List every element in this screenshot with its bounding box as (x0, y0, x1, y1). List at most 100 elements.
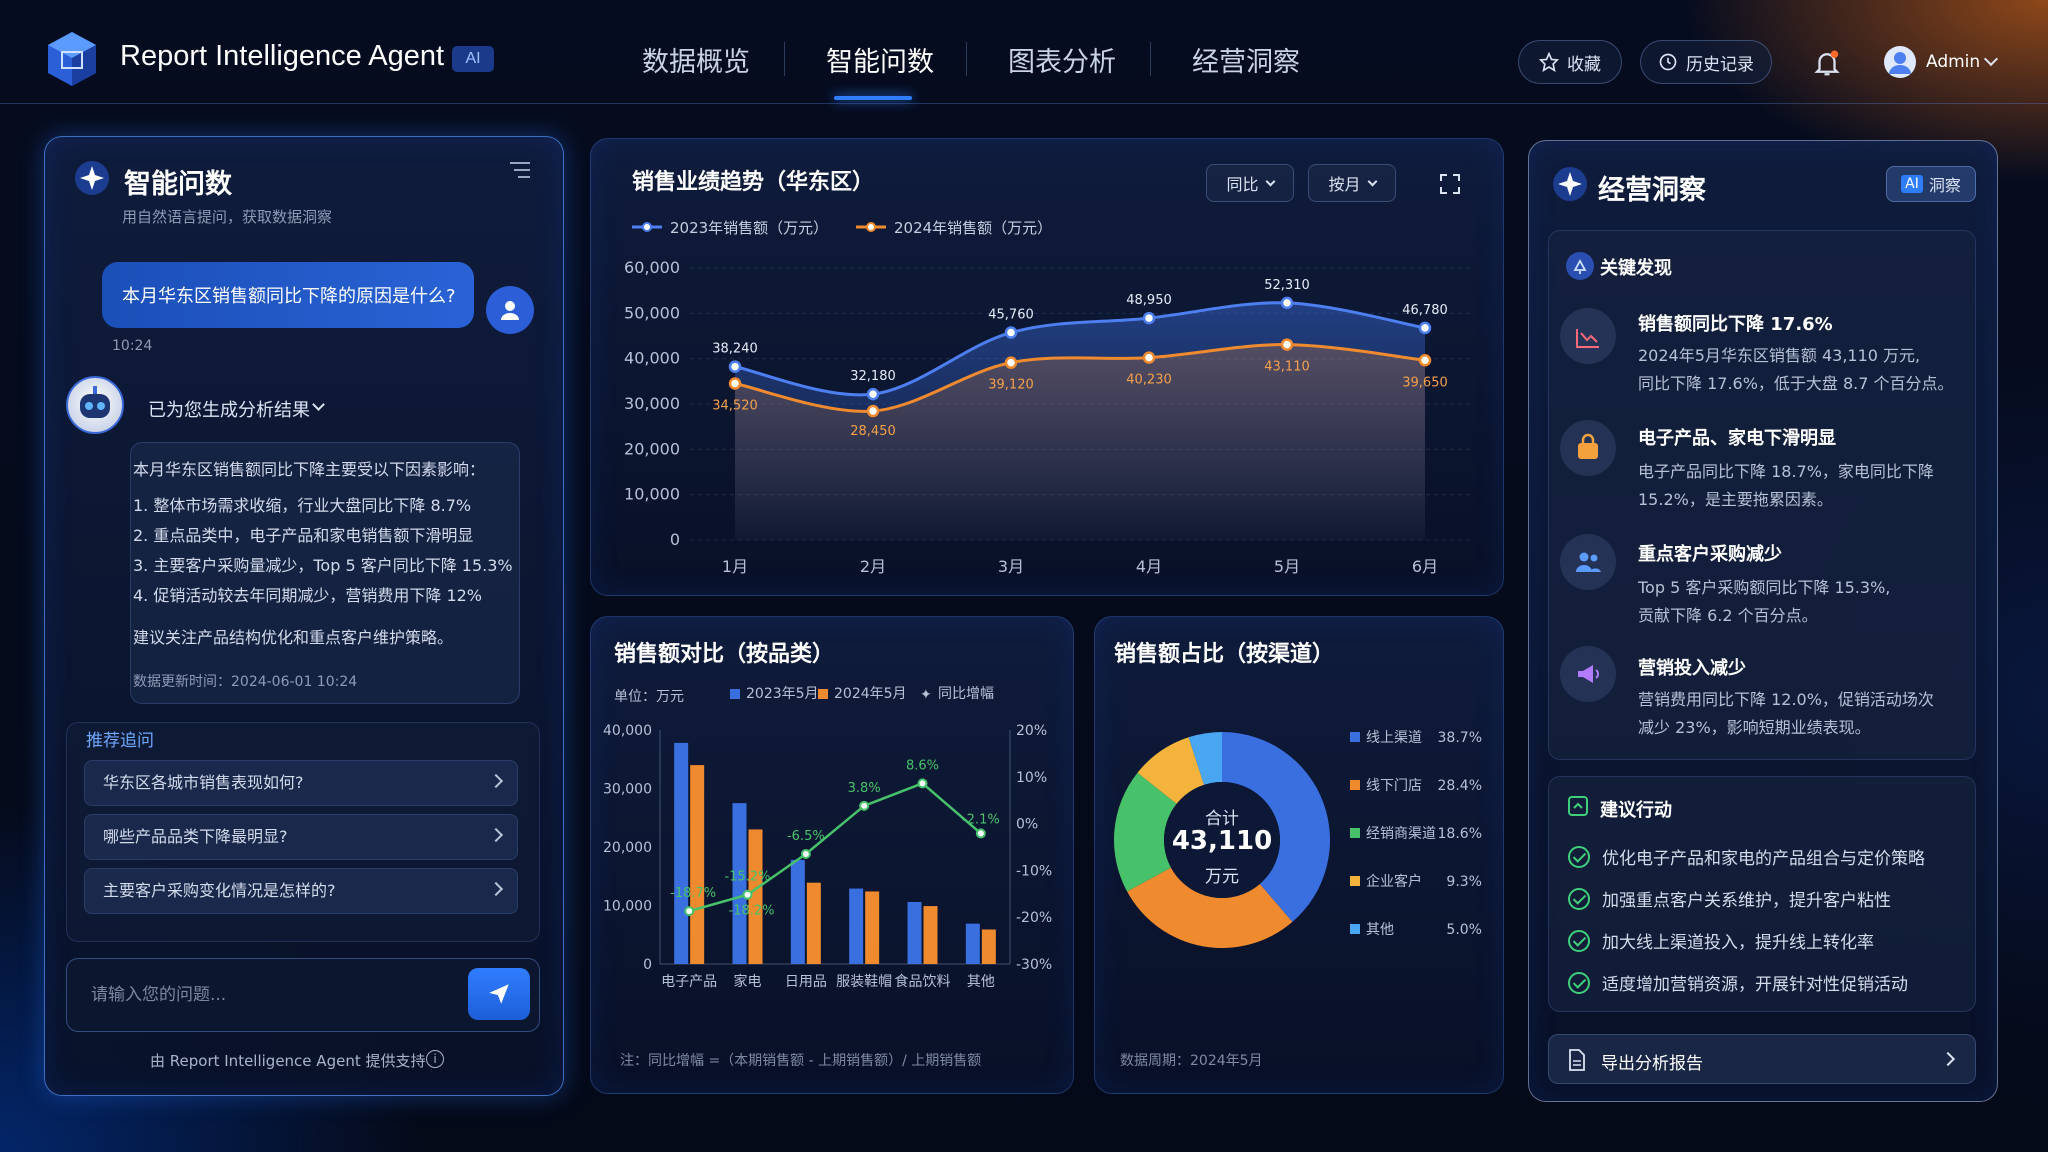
bell-icon[interactable] (1812, 48, 1842, 78)
chevron-down-icon (1367, 176, 1377, 186)
y-tick-label: 0 (643, 957, 652, 973)
action-label: 适度增加营销资源，开展针对性促销活动 (1602, 975, 1908, 995)
legend-marker (866, 222, 876, 232)
growth-label: -18.2% (729, 904, 775, 919)
bar-2023 (965, 923, 980, 964)
legend-value: 28.4% (1438, 778, 1482, 794)
data-point (1004, 356, 1018, 369)
finding-title: 销售额同比下降 17.6% (1638, 314, 1833, 335)
clock-icon (1659, 53, 1677, 71)
data-point (1280, 338, 1294, 351)
legend-label: 线下门店 (1366, 778, 1422, 794)
data-label: 45,760 (988, 308, 1034, 323)
suggestion-label: 华东区各城市销售表现如何? (103, 773, 304, 792)
legend-swatch (1350, 876, 1360, 886)
bag-icon (1560, 420, 1616, 476)
y-tick-label: 50,000 (624, 303, 680, 322)
bar-2023 (790, 859, 805, 964)
x-tick-label: 电子产品 (661, 974, 717, 990)
data-updated-time: 数据更新时间：2024-06-01 10:24 (133, 674, 358, 690)
x-tick-label: 1月 (722, 557, 748, 576)
legend-label: 2024年销售额（万元） (894, 219, 1052, 237)
app-title: Report Intelligence Agent (120, 40, 445, 72)
finding-desc: 减少 23%，影响短期业绩表现。 (1638, 718, 1871, 737)
growth-label: -6.5% (787, 829, 825, 844)
bar-2024 (865, 891, 880, 964)
bar-chart-title: 销售额对比（按品类） (614, 642, 835, 667)
growth-label: -18.7% (670, 886, 716, 901)
growth-label: 3.8% (848, 781, 881, 796)
data-point (728, 360, 742, 373)
export-report-button[interactable]: 导出分析报告 (1548, 1034, 1976, 1084)
filter-icon[interactable] (508, 160, 532, 180)
data-point (866, 387, 880, 401)
chevron-down-icon (1265, 176, 1275, 186)
finding-title: 电子产品、家电下滑明显 (1638, 428, 1836, 449)
chat-title: 智能问数 (124, 169, 232, 200)
ai-badge: AI (452, 46, 494, 72)
avatar-icon[interactable] (1884, 46, 1916, 78)
y-tick-label: 30,000 (624, 394, 680, 413)
history-button[interactable]: 历史记录 (1640, 40, 1772, 84)
y-tick-label: 40,000 (624, 349, 680, 368)
data-label: 48,950 (1126, 293, 1172, 308)
suggestion-item[interactable]: 华东区各城市销售表现如何? (84, 760, 518, 806)
favorite-button[interactable]: 收藏 (1518, 40, 1622, 84)
data-point (1142, 351, 1156, 364)
legend-label: 2024年5月 (834, 686, 907, 702)
tab-smart-query[interactable]: 智能问数 (826, 40, 934, 79)
pie-chart-title: 销售额占比（按渠道） (1114, 642, 1335, 667)
y2-tick-label: -30% (1016, 957, 1052, 973)
ai-badge: AI (1901, 175, 1923, 193)
answer-intro: 本月华东区销售额同比下降主要受以下因素影响： (133, 460, 486, 479)
legend-marker (642, 222, 652, 232)
info-icon[interactable]: i (426, 1050, 444, 1068)
action-label: 加大线上渠道投入，提升线上转化率 (1602, 933, 1874, 953)
bar-2024 (923, 906, 938, 964)
action-label: 加强重点客户关系维护，提升客户粘性 (1602, 891, 1891, 911)
nav-divider (784, 42, 785, 76)
y-tick-label: 40,000 (603, 723, 652, 739)
growth-point (800, 849, 811, 860)
suggestion-item[interactable]: 主要客户采购变化情况是怎样的? (84, 868, 518, 914)
legend-label: 经销商渠道 (1366, 826, 1436, 842)
chevron-right-icon (488, 773, 504, 789)
tab-business-insight[interactable]: 经营洞察 (1192, 40, 1300, 79)
chat-subtitle: 用自然语言提问，获取数据洞察 (122, 208, 333, 226)
suggestion-item[interactable]: 哪些产品品类下降最明显? (84, 814, 518, 860)
expand-icon[interactable] (1438, 172, 1462, 196)
data-label: 34,520 (712, 399, 758, 414)
ai-badge-text: 洞察 (1928, 176, 1961, 195)
robot-icon (66, 376, 124, 434)
tab-data-overview[interactable]: 数据概览 (642, 40, 750, 79)
growth-point (975, 828, 986, 839)
legend-value: 18.6% (1438, 826, 1482, 842)
bot-result-header[interactable]: 已为您生成分析结果 (148, 396, 310, 422)
period-dropdown[interactable]: 按月 (1308, 164, 1396, 202)
compare-dropdown[interactable]: 同比 (1206, 164, 1294, 202)
star-icon (1539, 52, 1559, 72)
insight-icon (1566, 252, 1594, 280)
bar-2023 (674, 742, 689, 964)
favorite-label: 收藏 (1567, 54, 1601, 75)
check-icon (1568, 845, 1590, 868)
nav-divider (1150, 42, 1151, 76)
tab-chart-analysis[interactable]: 图表分析 (1008, 40, 1116, 79)
data-point (866, 404, 880, 418)
action-item: 加强重点客户关系维护，提升客户粘性 (1568, 886, 1891, 911)
user-name[interactable]: Admin (1926, 52, 1980, 72)
chevron-down-icon[interactable] (1983, 51, 1999, 67)
compare-dropdown-label: 同比 (1226, 175, 1259, 194)
users-icon (1560, 534, 1616, 590)
x-tick-label: 5月 (1274, 557, 1300, 576)
y-tick-label: 60,000 (624, 258, 680, 277)
data-point (1418, 321, 1432, 335)
period-dropdown-label: 按月 (1328, 175, 1361, 194)
finding-desc: 2024年5月华东区销售额 43,110 万元, (1638, 346, 1921, 365)
legend-label: 其他 (1366, 922, 1394, 938)
legend-value: 9.3% (1446, 874, 1482, 890)
legend-swatch (1350, 732, 1360, 742)
document-icon (1569, 1049, 1585, 1071)
send-button[interactable] (468, 968, 530, 1020)
bar-2024 (806, 882, 821, 964)
